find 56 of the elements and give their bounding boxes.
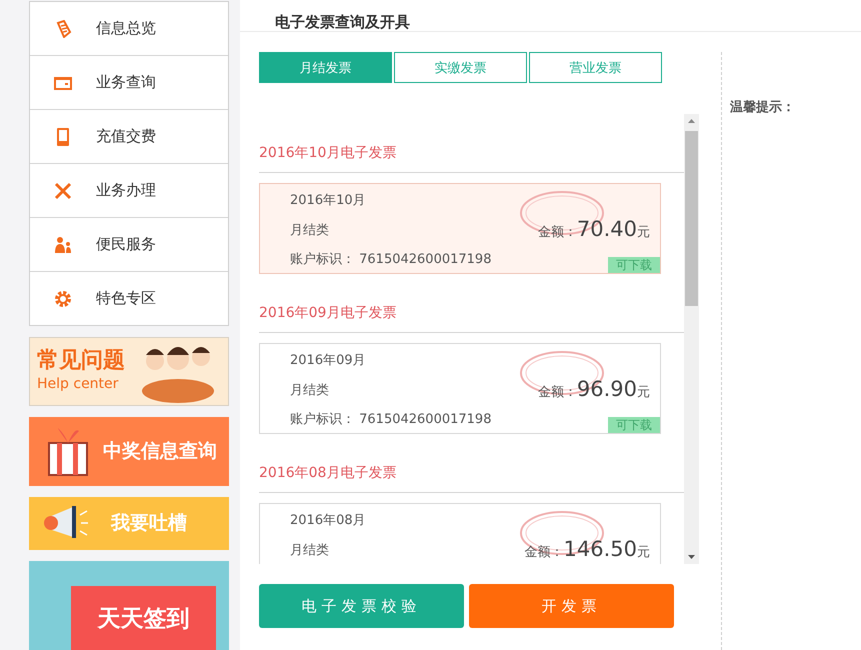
banner-title: 中奖信息查询 <box>103 439 217 464</box>
account-id: 账户标识： 7615042600017198 <box>290 251 492 268</box>
invoice-tab[interactable]: 月结发票 <box>259 52 392 83</box>
sidebar-item[interactable]: 业务办理 <box>30 164 228 218</box>
sidebar-item-label: 信息总览 <box>96 19 156 38</box>
invoice-type: 月结类 <box>290 542 329 559</box>
gear-icon <box>54 290 72 308</box>
invoice-type: 月结类 <box>290 382 329 399</box>
invoice-month: 2016年09月 <box>290 352 366 369</box>
verify-invoice-button[interactable]: 电子发票校验 <box>259 584 464 628</box>
sidebar-item-label: 业务查询 <box>96 73 156 92</box>
page-title: 电子发票查询及开具 <box>240 0 861 32</box>
amount-value: 96.90 <box>576 377 637 401</box>
banner-title: 常见问题 <box>37 350 125 372</box>
amount-value: 70.40 <box>576 217 637 241</box>
amount-unit: 元 <box>637 384 650 401</box>
amount-label: 金额： <box>524 544 564 561</box>
tips-title: 温馨提示： <box>730 100 795 115</box>
issue-invoice-button[interactable]: 开发票 <box>469 584 674 628</box>
amount-unit: 元 <box>637 544 650 561</box>
prize-banner[interactable]: 中奖信息查询 <box>29 416 229 486</box>
banner-subtitle: Help center <box>37 376 120 392</box>
scrollbar[interactable] <box>684 114 699 564</box>
invoice-tab[interactable]: 实缴发票 <box>394 52 527 83</box>
account-id: 账户标识： 7615042600017198 <box>290 411 492 428</box>
sidebar-item[interactable]: 信息总览 <box>30 2 228 56</box>
sidebar-item-label: 充值交费 <box>96 127 156 146</box>
amount-label: 金额： <box>538 384 577 401</box>
invoice-month: 2016年10月 <box>290 192 366 209</box>
invoice-card[interactable]: 2016年08月 月结类 金额：146.50元 <box>259 503 661 564</box>
invoice-card[interactable]: 2016年10月 月结类 账户标识： 7615042600017198 金额：70.40元 可下载 <box>259 183 661 274</box>
sidebar-item[interactable]: 特色专区 <box>30 272 228 325</box>
sidebar-item-label: 特色专区 <box>96 289 156 308</box>
download-badge[interactable]: 可下载 <box>608 257 660 273</box>
invoice-month: 2016年08月 <box>290 512 366 529</box>
sidebar-item[interactable]: 充值交费 <box>30 110 228 164</box>
sidebar-item-label: 便民服务 <box>96 235 156 254</box>
phone-icon <box>54 128 72 146</box>
people-icon <box>54 236 72 254</box>
invoice-card[interactable]: 2016年09月 月结类 账户标识： 7615042600017198 金额：96.90元 可下载 <box>259 343 661 434</box>
amount-label: 金额： <box>538 224 577 241</box>
download-badge[interactable]: 可下载 <box>608 417 660 433</box>
sidebar-item-label: 业务办理 <box>96 181 156 200</box>
invoice-type: 月结类 <box>290 222 329 239</box>
amount-value: 146.50 <box>564 537 637 561</box>
tools-icon <box>54 182 72 200</box>
invoice-tab[interactable]: 营业发票 <box>529 52 662 83</box>
scroll-thumb[interactable] <box>685 131 698 306</box>
sign-in-banner[interactable]: 天天签到 <box>29 561 229 650</box>
banner-title: 天天签到 <box>98 604 190 634</box>
banner-title: 我要吐槽 <box>111 511 187 536</box>
amount-unit: 元 <box>637 224 650 241</box>
help-center-banner[interactable]: 常见问题 Help center <box>29 337 229 406</box>
sidebar-item[interactable]: 业务查询 <box>30 56 228 110</box>
scroll-icon <box>54 20 72 38</box>
sidebar-item[interactable]: 便民服务 <box>30 218 228 272</box>
